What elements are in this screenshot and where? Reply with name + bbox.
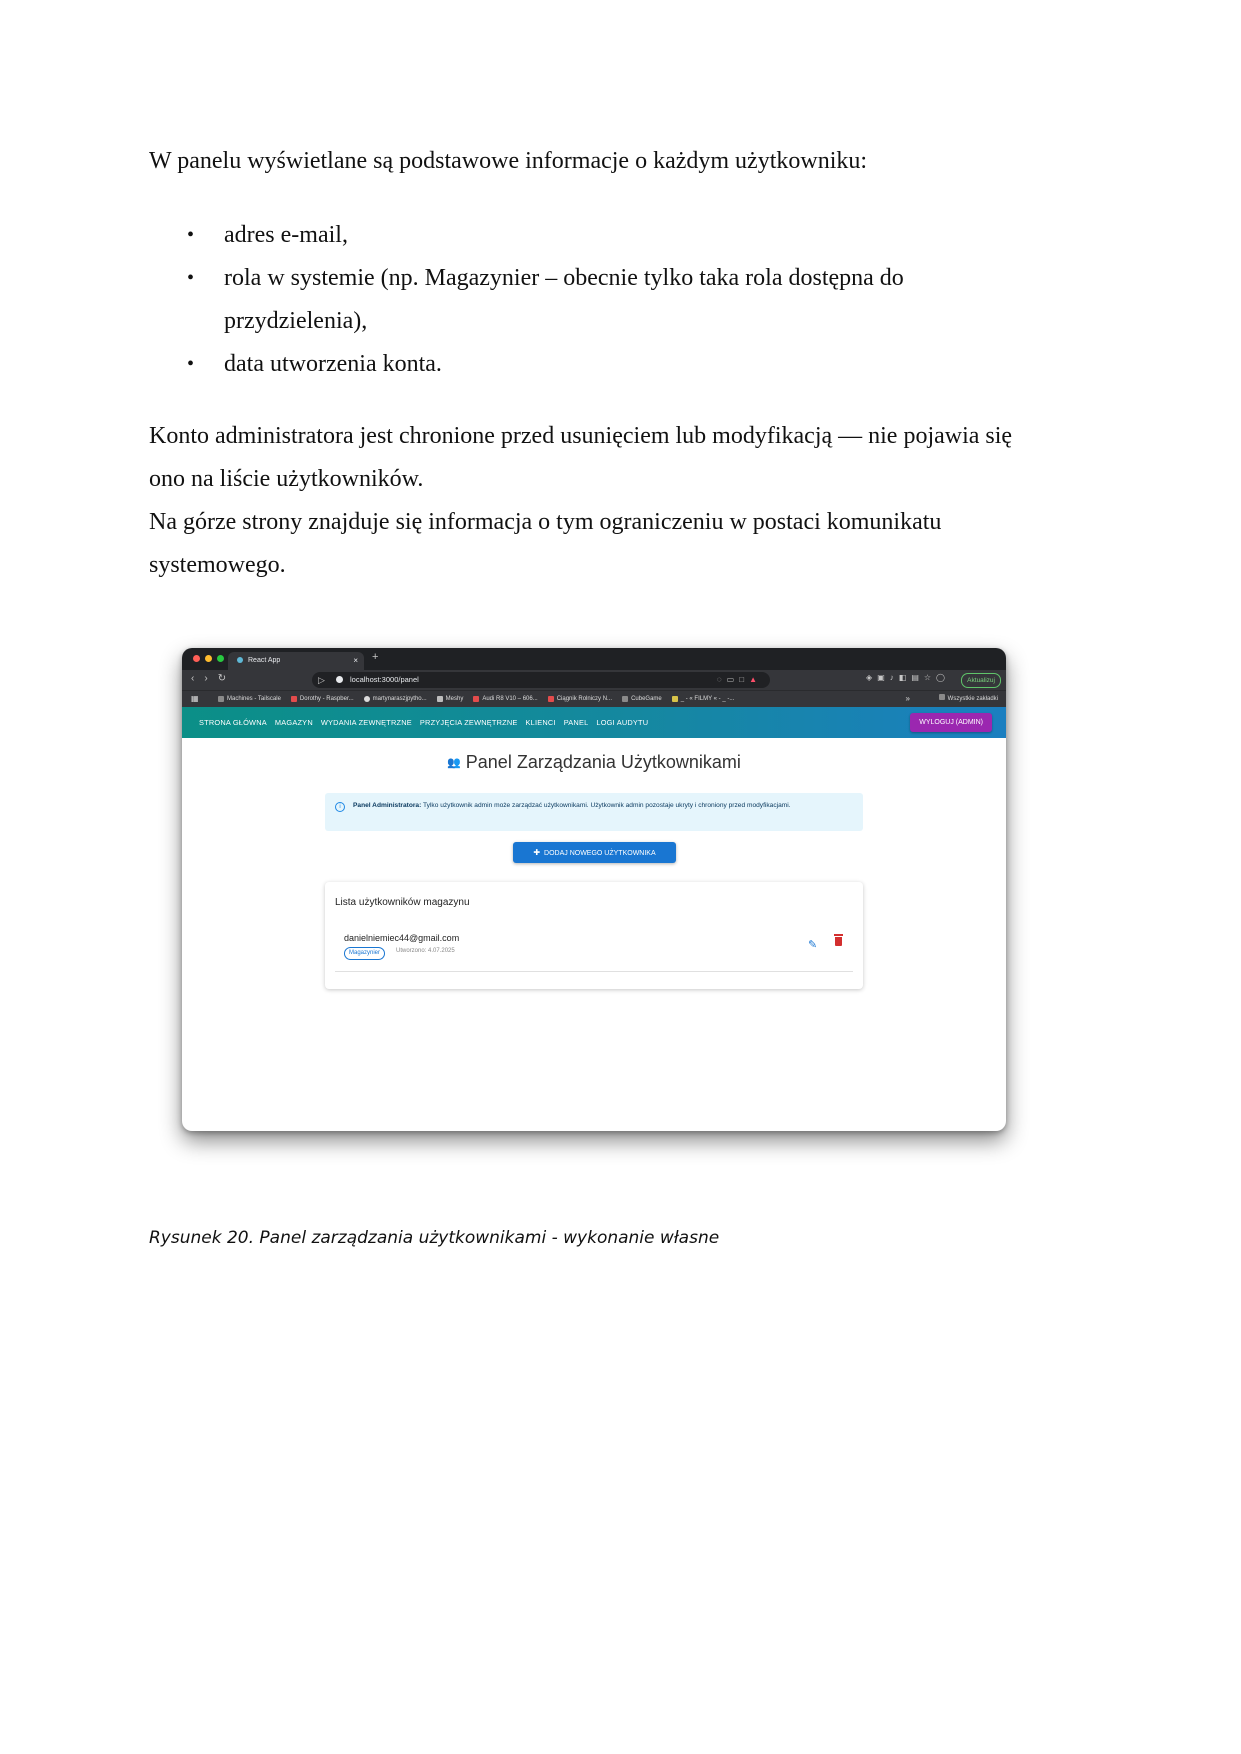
update-button[interactable]: Aktualizuj	[961, 673, 1001, 688]
forward-icon[interactable]: ›	[204, 673, 207, 684]
tab-close-icon[interactable]: ×	[353, 652, 358, 670]
tab-title: React App	[248, 657, 281, 664]
alert-title: Panel Administratora:	[353, 802, 422, 809]
nav-item-panel[interactable]: PANEL	[564, 707, 589, 738]
browser-toolbar: ‹ › ↻ ▷ localhost:3000/panel ◌▭□▲ ◈▣♪◧▤☆…	[182, 670, 1006, 690]
list-item: adres e-mail,	[149, 214, 1044, 257]
people-icon: 👥	[447, 757, 461, 769]
bookmark-favicon-icon	[436, 696, 443, 702]
extension-icons[interactable]: ◌▭□▲	[717, 672, 762, 688]
edit-icon[interactable]: ✎	[808, 938, 817, 951]
system-message-paragraph: Na górze strony znajduje się informacja …	[149, 509, 942, 578]
nav-item-clients[interactable]: KLIENCI	[526, 707, 556, 738]
github-icon	[363, 696, 370, 702]
role-badge: Magazynier	[344, 947, 386, 960]
app-navbar: STRONA GŁÓWNA MAGAZYN WYDANIA ZEWNĘTRZNE…	[182, 707, 1006, 738]
nav-item-audit-logs[interactable]: LOGI AUDYTU	[596, 707, 648, 738]
back-icon[interactable]: ‹	[191, 673, 194, 684]
bookmarks-bar: ▦ Machines - Tailscale Dorothy - Raspber…	[182, 690, 1006, 707]
info-list: adres e-mail, rola w systemie (np. Magaz…	[149, 214, 1044, 386]
created-date: Utworzono: 4.07.2025	[396, 948, 455, 954]
nav-item-warehouse[interactable]: MAGAZYN	[275, 707, 313, 738]
folder-icon	[938, 694, 945, 700]
apps-grid-icon[interactable]: ▦	[191, 691, 199, 707]
bookmark-favicon-icon	[218, 696, 224, 702]
list-item: rola w systemie (np. Magazynier – obecni…	[149, 257, 1044, 343]
nav-item-external-issues[interactable]: WYDANIA ZEWNĘTRZNE	[321, 707, 412, 738]
logout-button[interactable]: WYLOGUJ (ADMIN)	[910, 713, 992, 732]
bookmark-item[interactable]: CubeGame	[622, 691, 662, 707]
folder-icon	[622, 696, 629, 702]
bookmark-icon[interactable]: ▷	[318, 672, 325, 688]
url-text[interactable]: localhost:3000/panel	[350, 672, 419, 688]
bookmark-item[interactable]: Ciągnik Rolniczy N...	[547, 691, 612, 707]
toolbar-extension-icons[interactable]: ◈▣♪◧▤☆◯	[866, 673, 950, 682]
navigation-buttons: ‹ › ↻	[191, 673, 226, 684]
info-icon: i	[335, 802, 345, 812]
screenshot-figure: React App × + ‹ › ↻ ▷ localhost:3000/pan…	[182, 648, 1006, 1131]
browser-titlebar: React App × +	[182, 648, 1006, 670]
bookmark-favicon-icon	[473, 696, 480, 702]
admin-protection-paragraph: Konto administratora jest chronione prze…	[149, 423, 1013, 492]
browser-tab[interactable]: React App ×	[228, 652, 364, 670]
alert-message: Panel Administratora: Tylko użytkownik a…	[353, 801, 853, 811]
maximize-window-button[interactable]	[217, 655, 224, 662]
page-title: 👥 Panel Zarządzania Użytkownikami	[447, 752, 741, 772]
bookmark-item[interactable]: _ - « FILMY « - _ -...	[671, 691, 734, 707]
alert-body: Tylko użytkownik admin może zarządzać uż…	[421, 802, 791, 809]
more-bookmarks-button[interactable]: »	[906, 691, 910, 707]
bookmark-item[interactable]: martynaraszjpytho...	[363, 691, 427, 707]
address-bar[interactable]: ▷ localhost:3000/panel ◌▭□▲	[312, 672, 770, 688]
user-email: danielniemiec44@gmail.com	[344, 933, 460, 943]
add-user-button[interactable]: ✚ DODAJ NOWEGO UŻYTKOWNIKA	[513, 842, 676, 863]
delete-icon[interactable]	[834, 934, 843, 946]
bookmark-item[interactable]: Dorothy - Raspber...	[290, 691, 354, 707]
reload-icon[interactable]: ↻	[218, 673, 226, 684]
site-info-icon[interactable]	[336, 676, 343, 683]
bookmark-favicon-icon	[547, 696, 554, 702]
new-tab-button[interactable]: +	[372, 651, 378, 663]
intro-paragraph: W panelu wyświetlane są podstawowe infor…	[149, 148, 868, 174]
bookmark-favicon-icon	[290, 696, 297, 702]
person-add-icon: ✚	[533, 848, 541, 857]
nav-item-external-receipts[interactable]: PRZYJĘCIA ZEWNĘTRZNE	[420, 707, 518, 738]
nav-item-home[interactable]: STRONA GŁÓWNA	[199, 707, 267, 738]
user-list-card: Lista użytkowników magazynu danielniemie…	[325, 882, 863, 989]
all-bookmarks-folder[interactable]: Wszystkie zakładki	[938, 691, 998, 707]
bookmark-favicon-icon	[671, 696, 678, 702]
figure-caption: Rysunek 20. Panel zarządzania użytkownik…	[149, 1228, 720, 1248]
close-window-button[interactable]	[193, 655, 200, 662]
window-controls	[193, 655, 224, 662]
list-item: data utworzenia konta.	[149, 343, 1044, 386]
extension-triangle-icon[interactable]: ▲	[749, 675, 762, 684]
row-divider	[335, 971, 853, 972]
bookmark-list: Machines - Tailscale Dorothy - Raspber..…	[218, 691, 734, 707]
bookmark-item[interactable]: Meshy	[436, 691, 463, 707]
main-navigation: STRONA GŁÓWNA MAGAZYN WYDANIA ZEWNĘTRZNE…	[199, 707, 648, 738]
minimize-window-button[interactable]	[205, 655, 212, 662]
bookmark-item[interactable]: Machines - Tailscale	[218, 691, 281, 707]
react-favicon-icon	[237, 657, 243, 664]
admin-info-alert: i Panel Administratora: Tylko użytkownik…	[325, 793, 863, 831]
body-text: Konto administratora jest chronione prze…	[149, 415, 1029, 587]
bookmark-item[interactable]: Audi R8 V10 – 606...	[473, 691, 538, 707]
user-list-title: Lista użytkowników magazynu	[335, 897, 470, 908]
